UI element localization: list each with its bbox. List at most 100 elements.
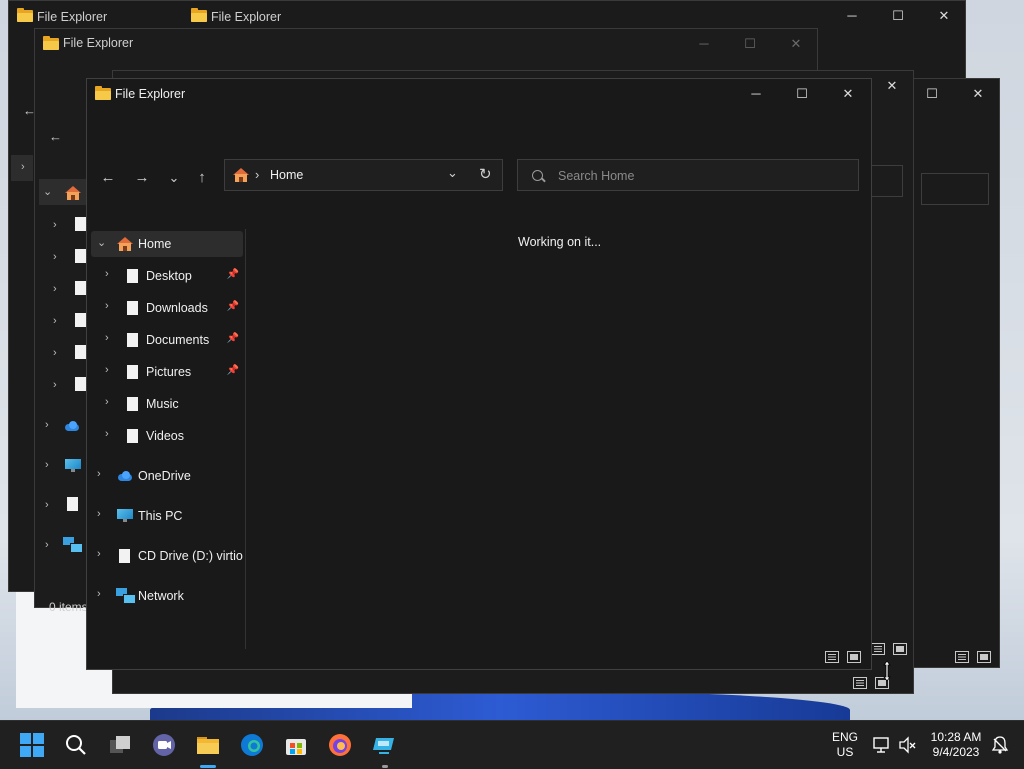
- pin-icon[interactable]: 📌: [227, 365, 239, 376]
- search-input[interactable]: [921, 173, 989, 205]
- sidebar-item-onedrive[interactable]: › OneDrive: [91, 463, 243, 489]
- close-button[interactable]: ✕: [869, 71, 915, 101]
- chevron-right-icon[interactable]: ›: [45, 499, 49, 511]
- file-explorer-taskbar-icon[interactable]: [196, 733, 220, 757]
- resize-cursor-icon: [883, 660, 891, 682]
- chevron-right-icon[interactable]: ›: [97, 548, 101, 560]
- details-view-button[interactable]: [825, 651, 839, 663]
- chevron-right-icon[interactable]: ›: [53, 315, 57, 327]
- sidebar-item-pictures[interactable]: › Pictures 📌: [91, 359, 243, 385]
- chevron-right-icon[interactable]: ›: [105, 364, 109, 376]
- sidebar-item-label: Documents: [146, 333, 210, 347]
- firefox-icon[interactable]: [328, 733, 352, 757]
- maximize-button[interactable]: ☐: [727, 29, 773, 59]
- tiles-view-button[interactable]: [847, 651, 861, 663]
- home-icon: [117, 237, 133, 251]
- this-pc-icon: [65, 459, 81, 473]
- address-bar[interactable]: › Home ⌄: [224, 159, 503, 191]
- search-placeholder: Search Home: [558, 169, 635, 183]
- back-button[interactable]: ←: [93, 163, 123, 193]
- chevron-right-icon[interactable]: ›: [45, 459, 49, 471]
- chevron-right-icon[interactable]: ›: [53, 283, 57, 295]
- search-input[interactable]: [869, 165, 903, 197]
- file-explorer-window[interactable]: File Explorer ─ ☐ ✕ ← → ⌄ ↑ › Home ⌄ ↻ S…: [86, 78, 872, 670]
- chevron-right-icon[interactable]: ›: [21, 161, 25, 173]
- clock[interactable]: 10:28 AM 9/4/2023: [924, 730, 988, 760]
- sidebar-item-this-pc[interactable]: › This PC: [91, 503, 243, 529]
- minimize-button[interactable]: ─: [733, 79, 779, 109]
- close-button[interactable]: ✕: [773, 29, 819, 59]
- sidebar-item-desktop[interactable]: › Desktop 📌: [91, 263, 243, 289]
- sidebar-item-documents[interactable]: › Documents 📌: [91, 327, 243, 353]
- close-button[interactable]: ✕: [921, 1, 967, 31]
- chevron-right-icon[interactable]: ›: [53, 379, 57, 391]
- chevron-right-icon[interactable]: ›: [53, 251, 57, 263]
- tiles-view-icon[interactable]: [893, 643, 907, 655]
- edge-icon[interactable]: [240, 733, 264, 757]
- chevron-right-icon[interactable]: ›: [97, 588, 101, 600]
- close-button[interactable]: ✕: [955, 79, 1001, 109]
- search-input[interactable]: Search Home: [517, 159, 859, 191]
- sidebar-item-videos[interactable]: › Videos: [91, 423, 243, 449]
- chevron-right-icon[interactable]: ›: [45, 539, 49, 551]
- sidebar-item-network[interactable]: › Network: [91, 583, 243, 609]
- window-title: File Explorer: [37, 10, 108, 24]
- sidebar-item-cd-drive[interactable]: › CD Drive (D:) virtio-w: [91, 543, 243, 569]
- up-button[interactable]: ↑: [187, 163, 217, 193]
- tiles-view-icon[interactable]: [977, 651, 991, 663]
- network-status-icon[interactable]: [872, 735, 892, 755]
- sidebar-item-home[interactable]: ⌄ Home: [91, 231, 243, 257]
- remote-desktop-icon[interactable]: [372, 733, 396, 757]
- minimize-button[interactable]: ─: [829, 1, 875, 31]
- sidebar-item-label: OneDrive: [138, 469, 191, 483]
- content-status-message: Working on it...: [518, 235, 602, 249]
- chevron-right-icon[interactable]: ›: [105, 300, 109, 312]
- forward-button[interactable]: →: [127, 163, 157, 193]
- language-indicator[interactable]: ENG US: [826, 730, 864, 760]
- breadcrumb-home[interactable]: Home: [270, 168, 303, 182]
- maximize-button[interactable]: ☐: [909, 79, 955, 109]
- task-view-button[interactable]: [108, 733, 132, 757]
- maximize-button[interactable]: ☐: [779, 79, 825, 109]
- refresh-button[interactable]: ↻: [479, 165, 492, 183]
- title-bar[interactable]: File Explorer ─ ☐ ✕: [87, 79, 871, 109]
- chevron-right-icon[interactable]: ›: [53, 219, 57, 231]
- chevron-right-icon[interactable]: ›: [105, 428, 109, 440]
- sidebar-item-downloads[interactable]: › Downloads 📌: [91, 295, 243, 321]
- start-button[interactable]: [20, 733, 44, 757]
- cd-drive-icon: [119, 549, 130, 563]
- pin-icon[interactable]: 📌: [227, 333, 239, 344]
- notifications-icon[interactable]: [990, 735, 1010, 755]
- details-view-icon[interactable]: [955, 651, 969, 663]
- chevron-right-icon[interactable]: ›: [105, 268, 109, 280]
- volume-muted-icon[interactable]: [898, 735, 918, 755]
- address-dropdown-button[interactable]: ⌄: [447, 165, 458, 181]
- chevron-right-icon[interactable]: ›: [53, 347, 57, 359]
- microsoft-store-icon[interactable]: [284, 733, 308, 757]
- pin-icon[interactable]: 📌: [227, 269, 239, 280]
- details-view-icon[interactable]: [871, 643, 885, 655]
- close-button[interactable]: ✕: [825, 79, 871, 109]
- chevron-right-icon[interactable]: ›: [97, 508, 101, 520]
- chevron-down-icon[interactable]: ⌄: [43, 185, 52, 198]
- search-button[interactable]: [64, 733, 88, 757]
- teams-chat-icon[interactable]: [152, 733, 176, 757]
- taskbar: ENG US 10:28 AM 9/4/2023: [0, 720, 1024, 769]
- minimize-button[interactable]: ─: [681, 29, 727, 59]
- document-icon: [127, 365, 138, 379]
- home-icon: [65, 186, 81, 200]
- pin-icon[interactable]: 📌: [227, 301, 239, 312]
- document-icon: [75, 313, 86, 327]
- chevron-right-icon[interactable]: ›: [105, 332, 109, 344]
- document-icon: [127, 429, 138, 443]
- chevron-right-icon[interactable]: ›: [45, 419, 49, 431]
- recent-locations-button[interactable]: ⌄: [159, 163, 189, 193]
- chevron-right-icon[interactable]: ›: [97, 468, 101, 480]
- sidebar-item-label: Pictures: [146, 365, 192, 379]
- maximize-button[interactable]: ☐: [875, 1, 921, 31]
- back-arrow-icon[interactable]: ←: [49, 129, 62, 144]
- chevron-right-icon[interactable]: ›: [105, 396, 109, 408]
- details-view-icon[interactable]: [853, 677, 867, 689]
- chevron-down-icon[interactable]: ⌄: [97, 236, 106, 249]
- sidebar-item-music[interactable]: › Music: [91, 391, 243, 417]
